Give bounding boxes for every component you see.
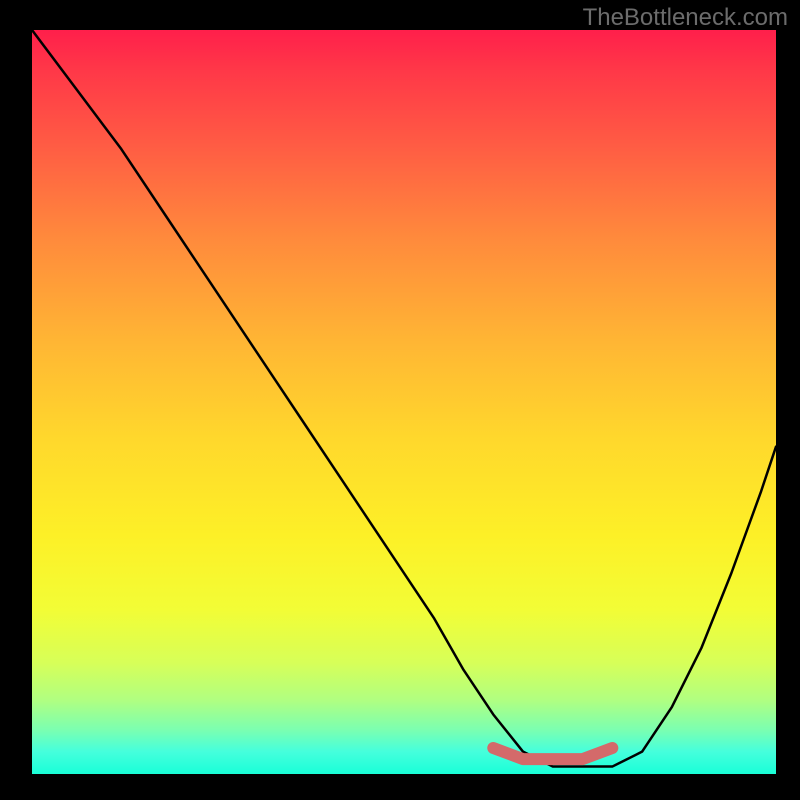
watermark-text: TheBottleneck.com (583, 4, 788, 32)
valley-highlight (493, 748, 612, 759)
chart-container: TheBottleneck.com (0, 0, 800, 800)
plot-area (32, 30, 776, 774)
bottleneck-curve (32, 30, 776, 767)
chart-svg (32, 30, 776, 774)
